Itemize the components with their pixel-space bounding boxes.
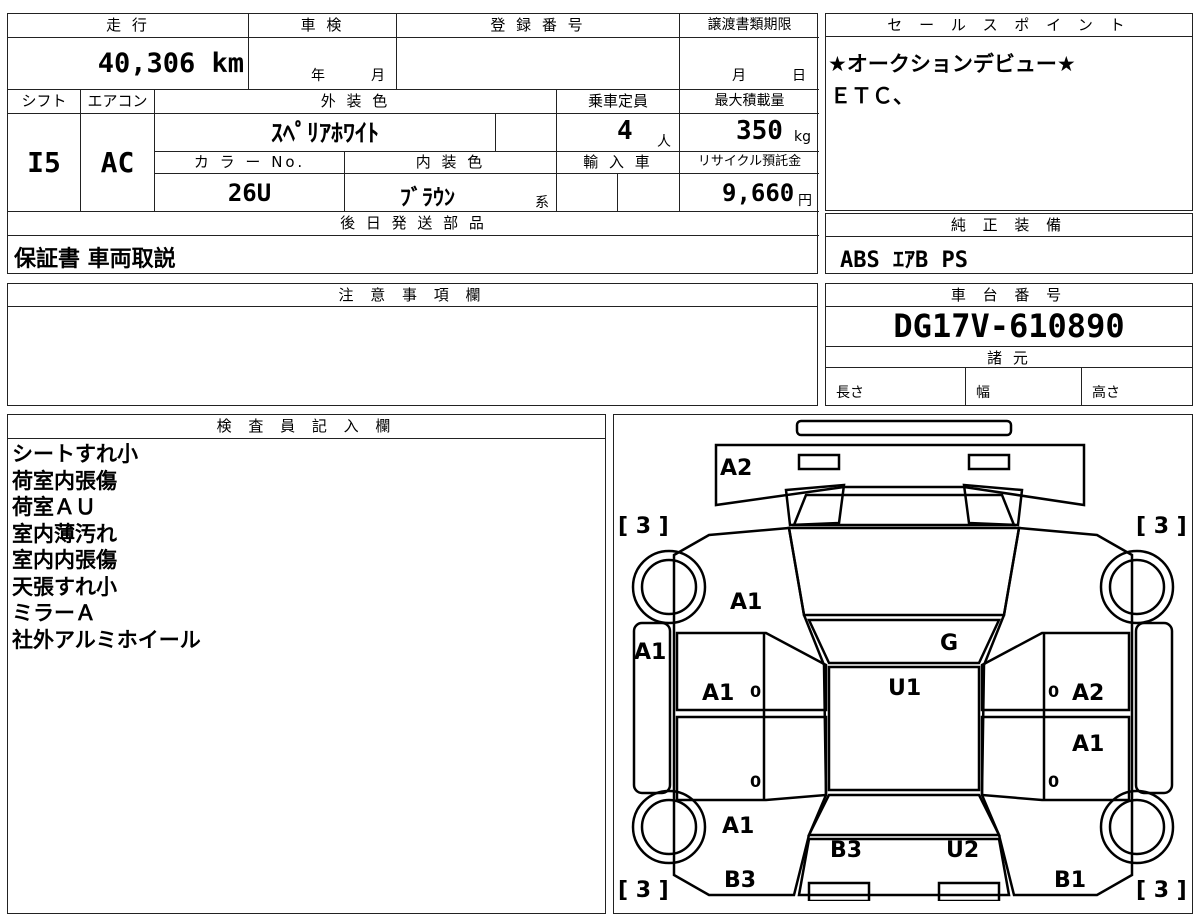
chassis-number: DG17V-610890: [893, 307, 1125, 345]
inspector-note: ミラーＡ: [12, 601, 96, 625]
label-left-fender: A1: [634, 640, 666, 665]
inspector-notes: シートすれ小 荷室内張傷 荷室ＡＵ 室内薄汚れ 室内内張傷 天張すれ小 ミラーＡ…: [12, 441, 201, 653]
import-value-a: [557, 174, 618, 212]
inspection-year: 年: [311, 68, 325, 84]
spec-width: 幅: [966, 368, 1082, 405]
notes-header: 注 意 事 項 欄: [8, 284, 817, 307]
vehicle-diagram: A2 [ 3 ] [ 3 ] A1 A1 G U1 A1 0 0 A2 A1 0…: [618, 419, 1187, 901]
spec-length-label: 長さ: [836, 385, 864, 401]
import-value-b: [618, 174, 680, 212]
recycle-header: リサイクル預託金: [680, 152, 819, 174]
car-outline: [631, 419, 1175, 901]
transfer-month: 月: [732, 68, 746, 84]
inspector-note: 室内薄汚れ: [12, 521, 117, 546]
recycle-value: 9,660: [722, 179, 795, 207]
color-no-value: 26U: [155, 174, 345, 212]
inspector-note: 室内内張傷: [12, 548, 117, 572]
recycle-unit: 円: [798, 193, 812, 209]
mileage-value: 40,306 km: [8, 38, 249, 90]
max-load-header: 最大積載量: [680, 90, 819, 114]
mileage-header: 走 行: [8, 14, 249, 38]
inspector-note: シートすれ小: [12, 442, 138, 466]
exterior-color-extra: [496, 114, 557, 152]
spec-width-label: 幅: [976, 385, 990, 401]
sales-point-panel: セ ー ル ス ポ イ ン ト ★オークションデビュー★ ＥＴＣ、: [825, 13, 1193, 211]
exterior-color-value: ｽﾍﾟﾘｱﾎﾜｲﾄ: [155, 114, 496, 152]
capacity-value-cell: 4 人: [557, 114, 680, 152]
label-right-front-door-mark: 0: [1048, 682, 1059, 701]
spec-table: 走 行 車 検 登 録 番 号 譲渡書類期限 40,306 km 年 月 月 日…: [7, 13, 819, 274]
sales-point-header: セ ー ル ス ポ イ ン ト: [826, 14, 1192, 37]
chassis-panel: 車 台 番 号 DG17V-610890 諸 元 長さ 幅 高さ: [825, 283, 1193, 406]
genuine-equipment-panel: 純 正 装 備 ABS ｴｱB PS: [825, 213, 1193, 274]
label-rear-left: B3: [830, 838, 862, 863]
label-rear-center: U2: [946, 838, 979, 863]
aircon-value: AC: [81, 114, 155, 212]
transfer-day: 日: [792, 68, 806, 84]
sales-point-line-1: ★オークションデビュー★: [828, 52, 1076, 76]
inspector-note: 荷室ＡＵ: [12, 495, 96, 519]
capacity-value: 4: [617, 116, 633, 146]
label-windshield: G: [940, 631, 958, 656]
inspection-month: 月: [371, 68, 385, 84]
interior-suffix: 系: [535, 195, 549, 211]
label-rear-left-wheel: [ 3 ]: [618, 878, 669, 901]
aircon-header: エアコン: [81, 90, 155, 114]
label-rear-left-corner: B3: [724, 868, 756, 893]
max-load-value: 350: [736, 116, 783, 146]
label-left-quarter: A1: [722, 814, 754, 839]
vehicle-diagram-panel: A2 [ 3 ] [ 3 ] A1 A1 G U1 A1 0 0 A2 A1 0…: [613, 414, 1193, 914]
inspector-panel: 検 査 員 記 入 欄 シートすれ小 荷室内張傷 荷室ＡＵ 室内薄汚れ 室内内張…: [7, 414, 606, 914]
color-no-header: カ ラ ー No.: [155, 152, 345, 174]
inspector-note: 社外アルミホイール: [12, 627, 201, 652]
label-rear-right-corner: B1: [1054, 868, 1086, 893]
inspection-date: 年 月: [249, 38, 397, 90]
later-parts-value: 保証書 車両取説: [14, 247, 176, 272]
transfer-deadline-header: 譲渡書類期限: [680, 14, 819, 38]
exterior-header: 外 装 色: [155, 90, 557, 114]
later-parts-header: 後 日 発 送 部 品: [8, 212, 819, 236]
chassis-header: 車 台 番 号: [826, 284, 1192, 307]
label-right-rear-door: A1: [1072, 732, 1104, 757]
label-right-rear-door-mark: 0: [1048, 772, 1059, 791]
inspector-note: 荷室内張傷: [12, 468, 117, 493]
shift-value: I5: [8, 114, 81, 212]
import-header: 輸 入 車: [557, 152, 680, 174]
genuine-equipment-header: 純 正 装 備: [826, 214, 1192, 237]
genuine-equipment-value: ABS ｴｱB PS: [840, 248, 968, 273]
label-right-front-door: A2: [1072, 681, 1104, 706]
label-left-front-door-mark: 0: [750, 682, 761, 701]
interior-value-cell: ﾌﾞﾗｳﾝ 系: [345, 174, 557, 212]
interior-value: ﾌﾞﾗｳﾝ: [400, 186, 456, 211]
max-load-unit: kg: [794, 129, 811, 145]
spec-length: 長さ: [826, 368, 966, 405]
label-hood: A1: [730, 590, 762, 615]
registration-header: 登 録 番 号: [397, 14, 680, 38]
notes-panel: 注 意 事 項 欄: [7, 283, 818, 406]
sales-point-line-2: ＥＴＣ、: [830, 84, 914, 108]
transfer-deadline-value: 月 日: [680, 38, 819, 90]
interior-header: 内 装 色: [345, 152, 557, 174]
label-roof: U1: [888, 676, 921, 701]
capacity-unit: 人: [657, 134, 671, 150]
inspector-note: 天張すれ小: [12, 574, 117, 599]
max-load-value-cell: 350 kg: [680, 114, 819, 152]
label-left-rear-door-mark: 0: [750, 772, 761, 791]
registration-value: [397, 38, 680, 90]
specs-header: 諸 元: [826, 346, 1192, 368]
label-front-left-wheel: [ 3 ]: [618, 514, 669, 539]
label-front-right-wheel: [ 3 ]: [1136, 514, 1187, 539]
label-left-front-door: A1: [702, 681, 734, 706]
spec-height-label: 高さ: [1092, 385, 1120, 401]
inspector-header: 検 査 員 記 入 欄: [8, 415, 605, 439]
spec-height: 高さ: [1082, 368, 1192, 405]
capacity-header: 乗車定員: [557, 90, 680, 114]
label-front-bumper: A2: [720, 456, 752, 481]
label-rear-right-wheel: [ 3 ]: [1136, 878, 1187, 901]
shift-header: シフト: [8, 90, 81, 114]
recycle-value-cell: 9,660 円: [680, 174, 819, 212]
inspection-header: 車 検: [249, 14, 397, 38]
